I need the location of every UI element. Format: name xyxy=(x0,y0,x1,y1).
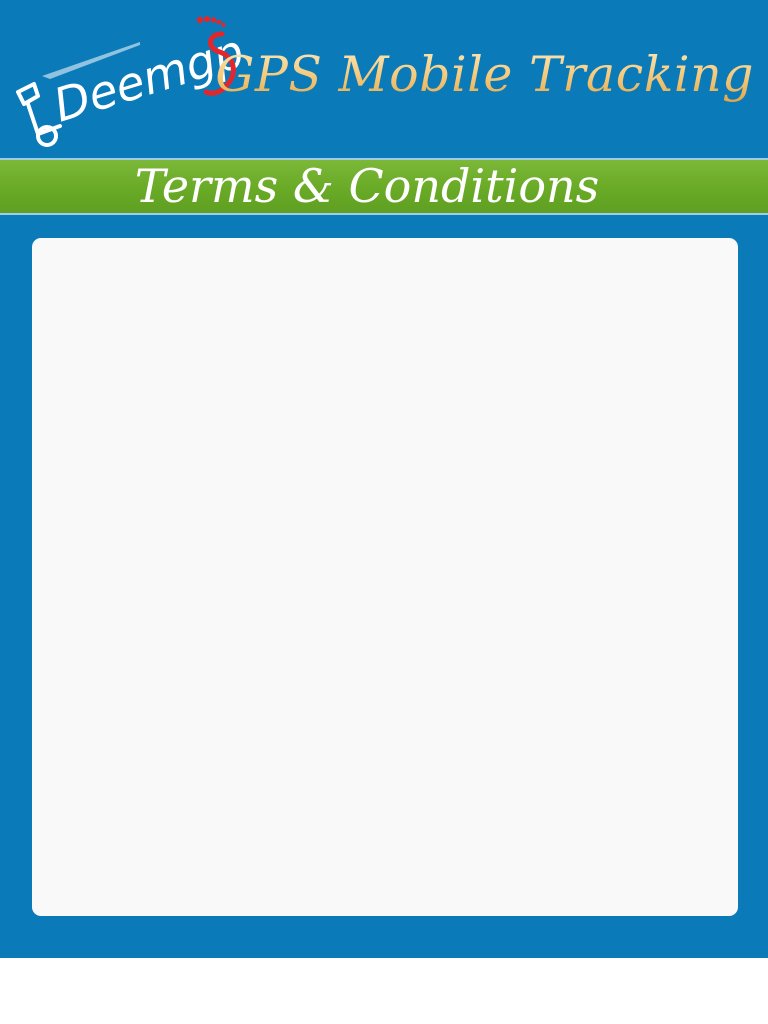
app-screen: Deemgp GPS Mobile Tracking Terms & Condi… xyxy=(0,0,768,958)
page-title-bar: Terms & Conditions xyxy=(0,158,768,215)
page-title: Terms & Conditions xyxy=(134,159,600,213)
app-title: GPS Mobile Tracking xyxy=(215,46,754,103)
terms-content-panel[interactable] xyxy=(32,238,738,916)
deemgps-logo: Deemgp xyxy=(8,12,248,154)
header: Deemgp GPS Mobile Tracking xyxy=(0,0,768,158)
